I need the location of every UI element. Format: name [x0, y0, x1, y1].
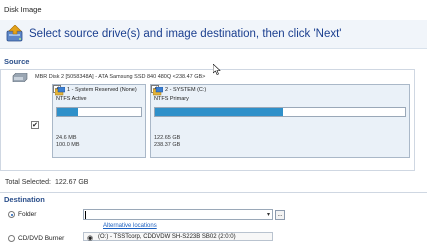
partition-total-size: 100.0 MB [56, 142, 80, 148]
instruction-text: Select source drive(s) and image destina… [29, 28, 342, 40]
partition-total-size: 238.37 GB [154, 142, 181, 148]
folder-radio[interactable] [8, 211, 15, 218]
partition-icon [55, 87, 65, 96]
cd-dvd-select[interactable]: ◉ (O:) - TSSTcorp, CDDVDW SH-S223B SB02 … [83, 232, 273, 242]
partition-type: NTFS Active [56, 96, 87, 102]
partition-name: 2 - SYSTEM (C:) [165, 87, 207, 93]
instruction-header: Select source drive(s) and image destina… [0, 20, 427, 49]
total-selected-value: 122.67 GB [55, 179, 89, 186]
partition-system-c[interactable]: 2 - SYSTEM (C:) NTFS Primary 122.65 GB 2… [150, 84, 410, 158]
mouse-cursor-icon [213, 64, 221, 75]
partition-name: 1 - System Reserved (None) [67, 87, 137, 93]
folder-path-input[interactable]: ▾ [83, 209, 273, 220]
partition-usage-bar [154, 107, 406, 117]
folder-dropdown-arrow-icon[interactable]: ▾ [267, 211, 270, 218]
window-title: Disk Image [4, 5, 42, 14]
source-section-title: Source [4, 57, 30, 66]
partition-used-size: 24.6 MB [56, 135, 77, 141]
partition-icon [153, 87, 163, 96]
partition-used-size: 122.65 GB [154, 135, 181, 141]
destination-section-title: Destination [4, 195, 45, 204]
title-bar: Disk Image [0, 0, 427, 21]
disk-image-icon [6, 25, 23, 42]
total-selected-label: Total Selected: [5, 179, 51, 186]
disk-label: MBR Disk 2 [5058348A] - ATA Samsung SSD … [35, 74, 206, 80]
browse-button[interactable]: ... [275, 210, 285, 220]
hard-disk-icon [12, 73, 28, 82]
alternative-locations-link[interactable]: Alternative locations [103, 223, 157, 229]
partition-type: NTFS Primary [154, 96, 189, 102]
partition-system-reserved[interactable]: 1 - System Reserved (None) NTFS Active 2… [52, 84, 146, 158]
text-caret [85, 211, 86, 219]
disk-checkbox[interactable]: ✔ [31, 121, 39, 129]
partition-usage-fill [155, 108, 283, 116]
cd-dvd-select-value: (O:) - TSSTcorp, CDDVDW SH-S223B SB02 (2… [98, 234, 236, 240]
folder-label: Folder [18, 211, 37, 218]
partition-usage-fill [57, 108, 78, 116]
partition-usage-bar [56, 107, 142, 117]
